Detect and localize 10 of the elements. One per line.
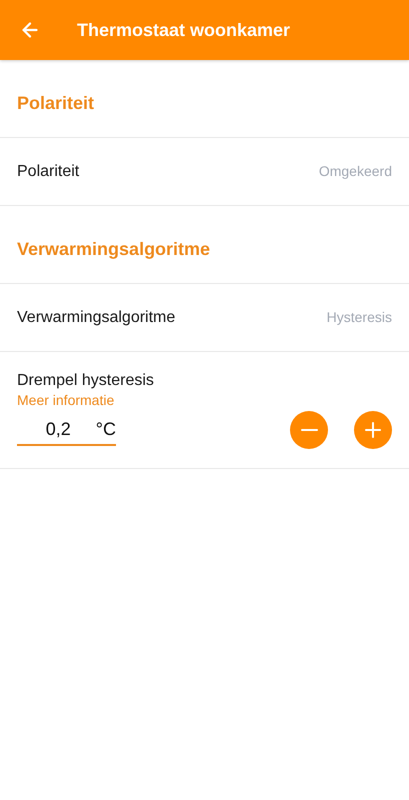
section-heading: Verwarmingsalgoritme [17, 238, 210, 261]
value-field[interactable]: 0,2 °C [17, 414, 116, 446]
setting-label: Drempel hysteresis [17, 371, 155, 391]
header-title: Thermostaat woonkamer [77, 18, 290, 42]
section-heading: Polariteit [17, 92, 94, 115]
setting-row[interactable]: Polariteit Omgekeerd [0, 138, 409, 206]
minus-icon [300, 429, 318, 431]
increase-button[interactable] [354, 411, 392, 449]
decrease-button[interactable] [290, 411, 328, 449]
setting-row[interactable]: Verwarmingsalgoritme Hysteresis [0, 284, 409, 352]
